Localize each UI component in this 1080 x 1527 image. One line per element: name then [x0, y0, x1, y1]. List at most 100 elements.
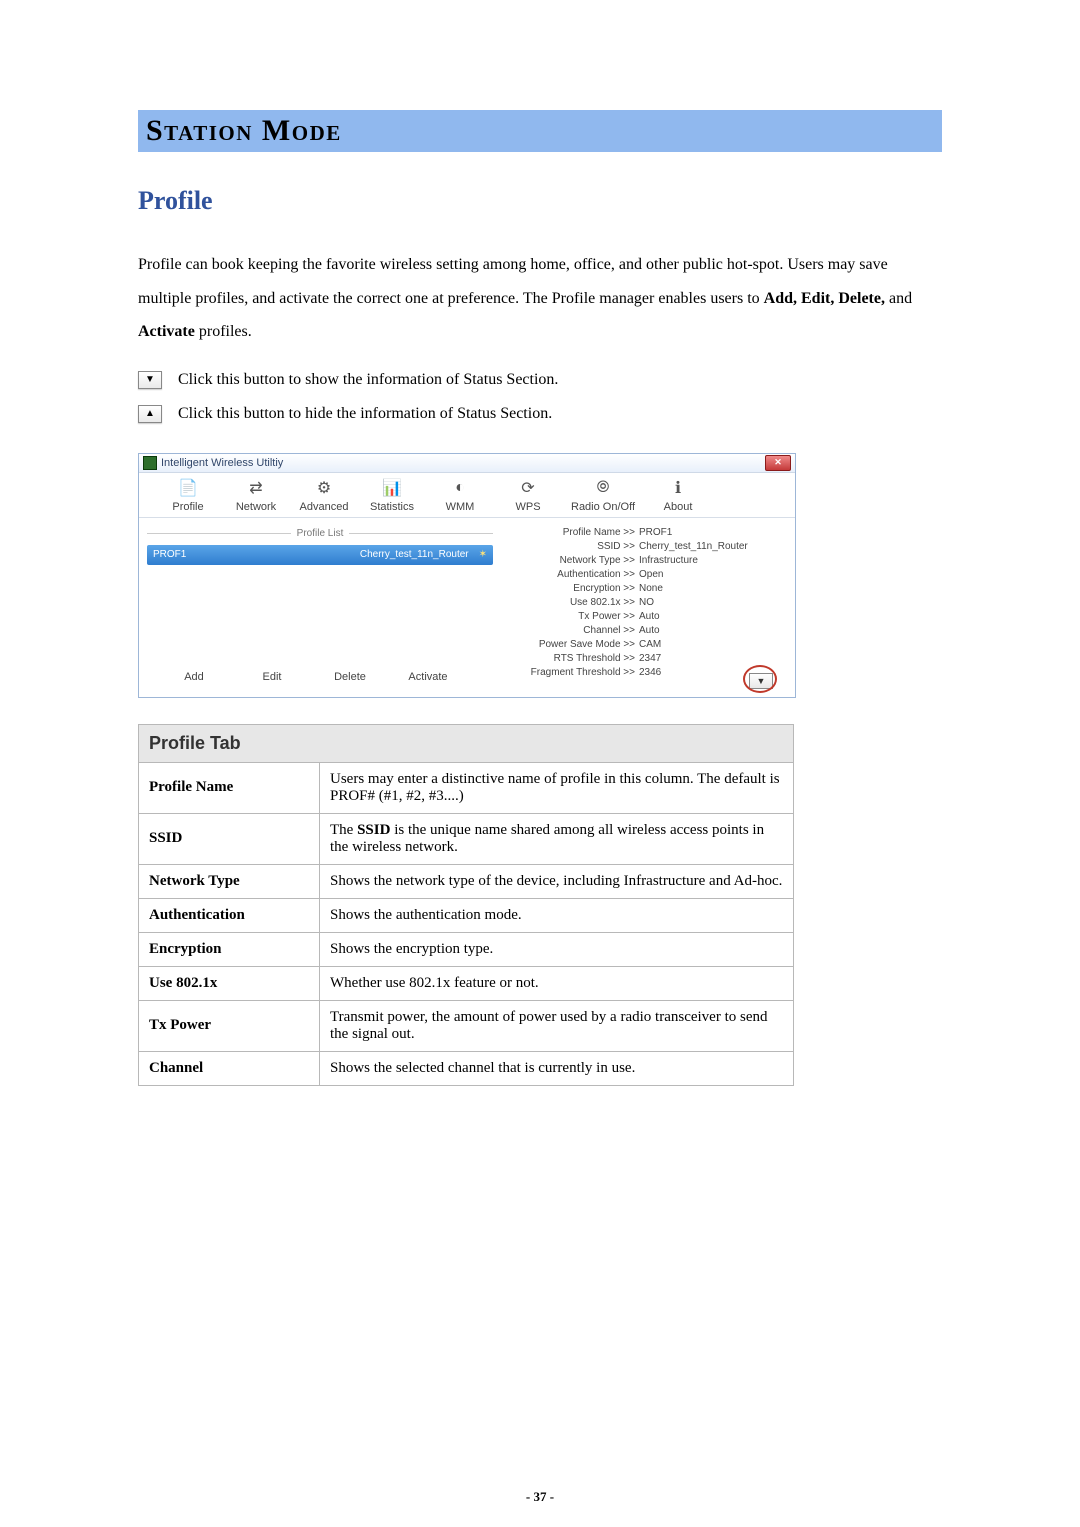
profile-row-name: PROF1 [153, 549, 186, 560]
wps-icon: ⟳ [514, 477, 542, 499]
ptab-k-ssid: SSID [139, 813, 320, 864]
signal-icon: ✶ [479, 549, 487, 560]
kv-v-encryption: None [637, 583, 663, 594]
tab-network-label: Network [236, 501, 276, 513]
profile-list-heading-text: Profile List [297, 528, 344, 539]
tab-wps[interactable]: ⟳ WPS [503, 477, 553, 513]
kv-k-frag: Fragment Threshold >> [505, 667, 637, 678]
tab-profile[interactable]: 📄 Profile [163, 477, 213, 513]
kv-v-txpower: Auto [637, 611, 660, 622]
bullet-show-text: Click this button to show the informatio… [178, 371, 558, 389]
ptab-v-auth: Shows the authentication mode. [320, 898, 794, 932]
ptab-k-txpower: Tx Power [139, 1000, 320, 1051]
tab-statistics-label: Statistics [370, 501, 414, 513]
ptab-k-network-type: Network Type [139, 864, 320, 898]
banner: Station Mode [138, 110, 942, 152]
table-row: Profile Name Users may enter a distincti… [139, 762, 794, 813]
bullet-hide-text: Click this button to hide the informatio… [178, 405, 552, 423]
table-row: Authentication Shows the authentication … [139, 898, 794, 932]
profile-row-ssid: Cherry_test_11n_Router [360, 549, 469, 560]
ptab-k-channel: Channel [139, 1051, 320, 1085]
radio-icon: ⦾ [589, 477, 617, 499]
wmm-icon: ◐ [446, 477, 474, 499]
banner-title: Station Mode [146, 114, 342, 147]
ptab-k-use8021x: Use 802.1x [139, 966, 320, 1000]
table-row: SSID The SSID is the unique name shared … [139, 813, 794, 864]
app-window: Intelligent Wireless Utiltiy ✕ 📄 Profile… [138, 453, 796, 698]
tab-wmm-label: WMM [446, 501, 475, 513]
ssid-bold: SSID [357, 822, 390, 838]
tab-wmm[interactable]: ◐ WMM [435, 477, 485, 513]
tab-advanced[interactable]: ⚙ Advanced [299, 477, 349, 513]
table-row: Tx Power Transmit power, the amount of p… [139, 1000, 794, 1051]
intro-p3: profiles. [199, 323, 252, 340]
intro-bold-2: Activate [138, 323, 195, 340]
section-heading-profile: Profile [138, 186, 942, 216]
tab-profile-label: Profile [172, 501, 203, 513]
ptab-k-profile-name: Profile Name [139, 762, 320, 813]
kv-v-auth: Open [637, 569, 663, 580]
intro-bold-1: Add, Edit, Delete, [764, 290, 885, 307]
kv-k-ssid: SSID >> [505, 541, 637, 552]
page-number: - 37 - [0, 1489, 1080, 1505]
kv-v-channel: Auto [637, 625, 660, 636]
table-row: Encryption Shows the encryption type. [139, 932, 794, 966]
kv-v-network-type: Infrastructure [637, 555, 698, 566]
kv-k-psm: Power Save Mode >> [505, 639, 637, 650]
kv-v-use8021x: NO [637, 597, 654, 608]
table-row: Channel Shows the selected channel that … [139, 1051, 794, 1085]
tab-statistics[interactable]: 📊 Statistics [367, 477, 417, 513]
kv-k-use8021x: Use 802.1x >> [505, 597, 637, 608]
app-icon [143, 456, 157, 470]
ptab-v-encryption: Shows the encryption type. [320, 932, 794, 966]
ptab-v-channel: Shows the selected channel that is curre… [320, 1051, 794, 1085]
ptab-v-network-type: Shows the network type of the device, in… [320, 864, 794, 898]
kv-k-profile-name: Profile Name >> [505, 527, 637, 538]
profile-list-pane: Profile List PROF1 Cherry_test_11n_Route… [139, 518, 501, 697]
kv-k-channel: Channel >> [505, 625, 637, 636]
kv-v-frag: 2346 [637, 667, 661, 678]
window-title: Intelligent Wireless Utiltiy [161, 457, 283, 469]
edit-button[interactable]: Edit [247, 671, 297, 683]
profile-list-heading: Profile List [147, 528, 493, 539]
about-icon: ℹ [664, 477, 692, 499]
kv-k-txpower: Tx Power >> [505, 611, 637, 622]
activate-button[interactable]: Activate [403, 671, 453, 683]
chevron-down-icon[interactable]: ▼ [138, 371, 162, 389]
ptab-k-encryption: Encryption [139, 932, 320, 966]
chevron-up-icon[interactable]: ▲ [138, 405, 162, 423]
table-row: Use 802.1x Whether use 802.1x feature or… [139, 966, 794, 1000]
kv-v-ssid: Cherry_test_11n_Router [637, 541, 748, 552]
toolbar: 📄 Profile ⇄ Network ⚙ Advanced 📊 Statist… [139, 473, 795, 518]
network-icon: ⇄ [242, 477, 270, 499]
delete-button[interactable]: Delete [325, 671, 375, 683]
close-icon[interactable]: ✕ [765, 455, 791, 471]
profile-row-selected[interactable]: PROF1 Cherry_test_11n_Router ✶ [147, 545, 493, 565]
ssid-pre: The [330, 822, 357, 838]
ptab-k-auth: Authentication [139, 898, 320, 932]
kv-k-rts: RTS Threshold >> [505, 653, 637, 664]
gear-icon: ⚙ [310, 477, 338, 499]
kv-v-rts: 2347 [637, 653, 661, 664]
tab-network[interactable]: ⇄ Network [231, 477, 281, 513]
add-button[interactable]: Add [169, 671, 219, 683]
tab-about[interactable]: ℹ About [653, 477, 703, 513]
ssid-post: is the unique name shared among all wire… [330, 822, 764, 855]
table-row: Network Type Shows the network type of t… [139, 864, 794, 898]
tab-about-label: About [664, 501, 693, 513]
kv-k-network-type: Network Type >> [505, 555, 637, 566]
intro-paragraph: Profile can book keeping the favorite wi… [138, 248, 942, 349]
tab-radio[interactable]: ⦾ Radio On/Off [571, 477, 635, 513]
titlebar: Intelligent Wireless Utiltiy ✕ [139, 454, 795, 473]
ptab-v-ssid: The SSID is the unique name shared among… [320, 813, 794, 864]
intro-p2: and [889, 290, 912, 307]
tab-wps-label: WPS [515, 501, 540, 513]
ptab-v-use8021x: Whether use 802.1x feature or not. [320, 966, 794, 1000]
profile-tab-table: Profile Tab Profile Name Users may enter… [138, 724, 794, 1086]
status-expand-highlight [743, 665, 777, 693]
profile-tab-header: Profile Tab [139, 724, 794, 762]
kv-v-profile-name: PROF1 [637, 527, 672, 538]
ptab-v-profile-name: Users may enter a distinctive name of pr… [320, 762, 794, 813]
tab-advanced-label: Advanced [300, 501, 349, 513]
kv-k-auth: Authentication >> [505, 569, 637, 580]
